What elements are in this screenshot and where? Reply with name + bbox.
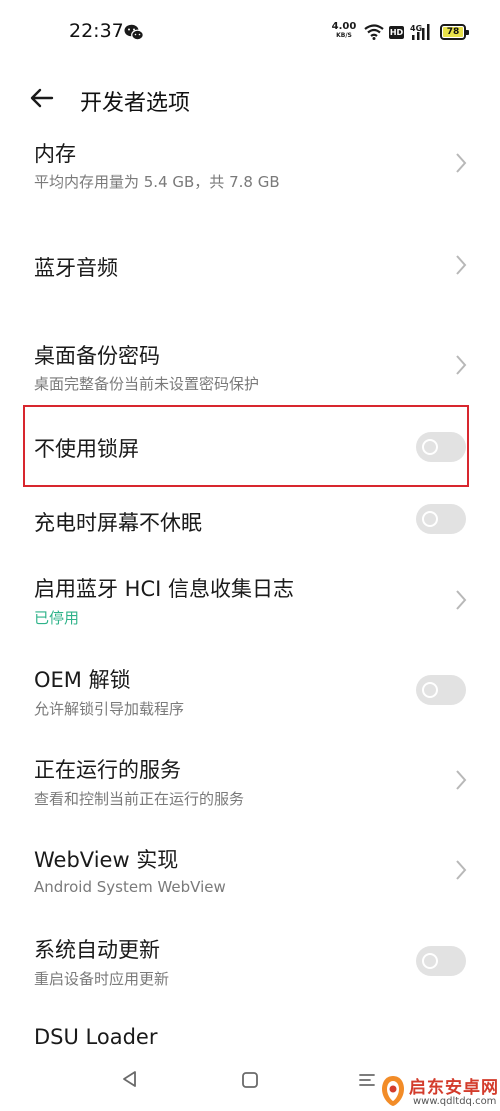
setting-title: 正在运行的服务: [34, 758, 181, 782]
watermark-name: 启东安卓网: [409, 1078, 499, 1098]
signal-icon: 4G: [410, 23, 434, 45]
toggle-knob: [422, 511, 438, 527]
setting-subtitle: 允许解锁引导加载程序: [34, 700, 185, 718]
stay-awake-toggle[interactable]: [416, 504, 466, 534]
battery-level: 78: [446, 27, 460, 37]
back-button[interactable]: [22, 80, 62, 116]
hd-icon: HD: [389, 26, 404, 39]
setting-webview[interactable]: WebView 实现 Android System WebView: [0, 827, 500, 917]
setting-title: OEM 解锁: [34, 668, 131, 692]
setting-title: WebView 实现: [34, 848, 179, 872]
chevron-right-icon: [456, 590, 467, 610]
setting-title: 蓝牙音频: [34, 256, 118, 280]
highlight-box: [23, 405, 469, 487]
chevron-right-icon: [456, 255, 467, 275]
setting-desktop-backup-password[interactable]: 桌面备份密码 桌面完整备份当前未设置密码保护: [0, 310, 500, 405]
page-title: 开发者选项: [80, 91, 191, 116]
chevron-right-icon: [456, 860, 467, 880]
toggle-knob: [422, 682, 438, 698]
arrow-left-icon: [30, 88, 54, 108]
toggle-knob: [422, 953, 438, 969]
network-speed-unit: KB/S: [336, 32, 352, 39]
setting-subtitle: 平均内存用量为 5.4 GB，共 7.8 GB: [34, 173, 280, 191]
setting-oem-unlock[interactable]: OEM 解锁 允许解锁引导加载程序: [0, 647, 500, 737]
network-speed-value: 4.00: [331, 21, 357, 32]
menu-recents-icon[interactable]: [358, 1072, 376, 1092]
setting-title: 桌面备份密码: [34, 344, 160, 368]
chevron-right-icon: [456, 355, 467, 375]
app-header: 开发者选项: [0, 66, 500, 130]
chevron-right-icon: [456, 153, 467, 173]
watermark: 启东安卓网 www.qdltdq.com: [375, 1072, 500, 1111]
setting-title: 充电时屏幕不休眠: [34, 511, 202, 535]
setting-bluetooth-audio[interactable]: 蓝牙音频: [0, 220, 500, 310]
setting-subtitle: 重启设备时应用更新: [34, 970, 170, 988]
triangle-back-icon[interactable]: [121, 1070, 139, 1092]
setting-stay-awake[interactable]: 充电时屏幕不休眠: [0, 485, 500, 557]
battery-icon: 78: [440, 24, 469, 40]
chevron-right-icon: [456, 770, 467, 790]
setting-bluetooth-hci-log[interactable]: 启用蓝牙 HCI 信息收集日志 已停用: [0, 557, 500, 647]
oem-unlock-toggle[interactable]: [416, 675, 466, 705]
setting-subtitle: Android System WebView: [34, 878, 226, 896]
setting-title: DSU Loader: [34, 1025, 158, 1049]
setting-subtitle: 桌面完整备份当前未设置密码保护: [34, 375, 260, 393]
setting-memory[interactable]: 内存 平均内存用量为 5.4 GB，共 7.8 GB: [0, 130, 500, 220]
setting-title: 启用蓝牙 HCI 信息收集日志: [34, 577, 294, 601]
setting-status: 已停用: [34, 609, 80, 627]
auto-update-toggle[interactable]: [416, 946, 466, 976]
status-bar: 22:37 4.00 KB/S HD 4G 78: [0, 0, 500, 66]
status-time: 22:37: [69, 20, 124, 42]
wifi-icon: [364, 24, 384, 44]
setting-running-services[interactable]: 正在运行的服务 查看和控制当前正在运行的服务: [0, 737, 500, 827]
network-type-label: 4G: [410, 24, 422, 33]
setting-subtitle: 查看和控制当前正在运行的服务: [34, 790, 245, 808]
setting-auto-update[interactable]: 系统自动更新 重启设备时应用更新: [0, 917, 500, 1007]
wechat-icon: [124, 24, 144, 45]
setting-dsu-loader[interactable]: DSU Loader: [0, 1007, 500, 1052]
square-home-icon[interactable]: [241, 1071, 259, 1093]
watermark-url: www.qdltdq.com: [413, 1096, 497, 1107]
site-logo-icon: [382, 1076, 404, 1106]
network-speed: 4.00 KB/S: [331, 22, 357, 40]
setting-title: 系统自动更新: [34, 938, 160, 962]
setting-title: 内存: [34, 142, 76, 166]
